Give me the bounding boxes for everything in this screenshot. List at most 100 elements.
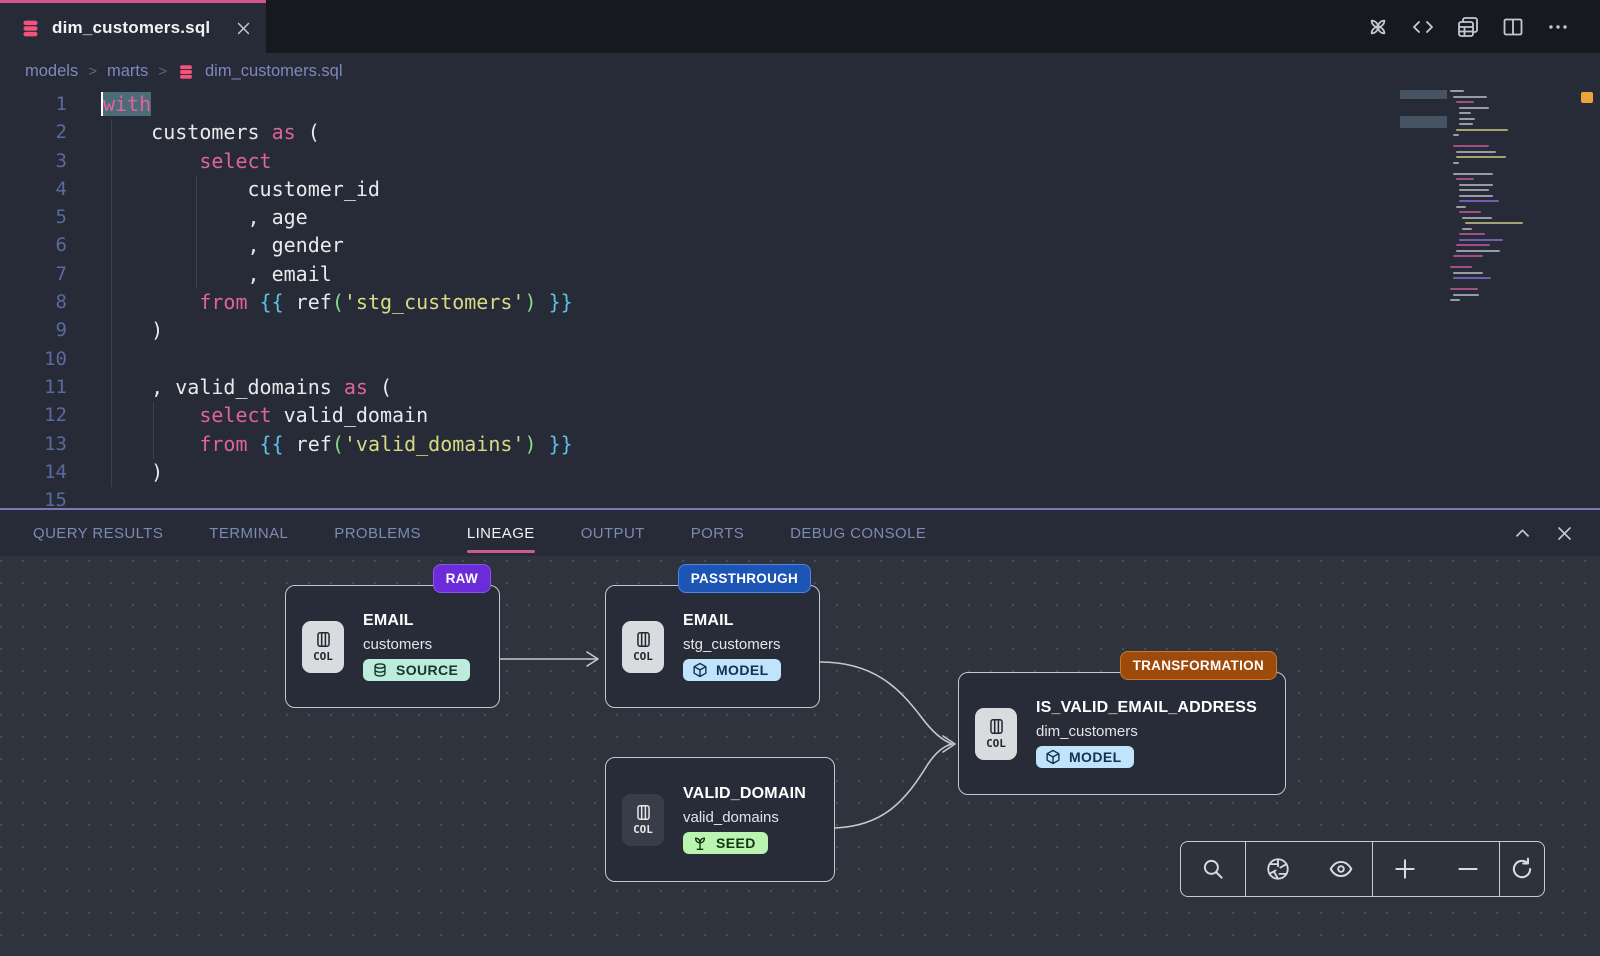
- code-text: , email: [103, 260, 332, 288]
- code-text: , age: [103, 203, 308, 231]
- refresh-icon[interactable]: [1509, 856, 1535, 882]
- resource-type-badge: MODEL: [1036, 746, 1134, 768]
- code-line[interactable]: 5 , age: [0, 203, 1600, 231]
- node-model-name: valid_domains: [683, 809, 779, 826]
- sprout-icon: [692, 835, 708, 851]
- arrowhead: [943, 736, 955, 752]
- code-text: customers as (: [103, 118, 320, 146]
- line-number: 12: [0, 401, 67, 429]
- editor-actions: [1366, 0, 1600, 53]
- panel-tab-problems[interactable]: PROBLEMS: [334, 510, 421, 556]
- code-editor[interactable]: 1with2 customers as (3 select4 customer_…: [0, 90, 1600, 508]
- columns-icon: [634, 803, 653, 822]
- code-line[interactable]: 2 customers as (: [0, 118, 1600, 146]
- indent-guide: [153, 402, 154, 459]
- panel-tab-lineage[interactable]: LINEAGE: [467, 510, 535, 556]
- code-line[interactable]: 1 with: [0, 90, 1600, 118]
- dbt-power-user-icon[interactable]: [1366, 15, 1390, 39]
- edge-stg-to-dim: [820, 662, 952, 744]
- panel-tab-output[interactable]: OUTPUT: [581, 510, 645, 556]
- search-icon[interactable]: [1200, 856, 1226, 882]
- database-icon: [177, 63, 195, 81]
- panel-tab-debug-console[interactable]: DEBUG CONSOLE: [790, 510, 926, 556]
- minimap-selection-highlight: [1400, 90, 1447, 99]
- close-panel-icon[interactable]: [1555, 524, 1574, 543]
- eye-icon[interactable]: [1328, 856, 1354, 882]
- code-text: with: [103, 90, 151, 118]
- code-line[interactable]: 15: [0, 486, 1600, 508]
- code-line[interactable]: 14 ): [0, 458, 1600, 486]
- code-text: customer_id: [103, 175, 380, 203]
- lineage-toolbar: [1180, 841, 1545, 897]
- resource-type-badge: SOURCE: [363, 659, 470, 681]
- node-column-name: VALID_DOMAIN: [683, 785, 806, 803]
- toolbar-section: [1181, 842, 1245, 896]
- zoom-in-icon[interactable]: [1392, 856, 1418, 882]
- code-line[interactable]: 12 select valid_domain: [0, 401, 1600, 429]
- node-model-name: stg_customers: [683, 636, 781, 653]
- line-number: 10: [0, 345, 67, 373]
- code-line[interactable]: 4 customer_id: [0, 175, 1600, 203]
- line-number: 1: [0, 90, 67, 118]
- cube-icon: [692, 662, 708, 678]
- line-number: 11: [0, 373, 67, 401]
- more-actions-icon[interactable]: [1546, 15, 1570, 39]
- lineage-node-valid_domains[interactable]: COL VALID_DOMAIN valid_domains SEED: [605, 757, 835, 882]
- code-line[interactable]: 9 ): [0, 316, 1600, 344]
- line-number: 6: [0, 231, 67, 259]
- columns-icon: [634, 630, 653, 649]
- close-tab-icon[interactable]: [235, 20, 252, 37]
- lineage-node-stg_customers[interactable]: PASSTHROUGHCOLEMAILstg_customersMODEL: [605, 585, 820, 708]
- split-editor-icon[interactable]: [1501, 15, 1525, 39]
- code-line[interactable]: 8 from {{ ref('stg_customers') }}: [0, 288, 1600, 316]
- code-line[interactable]: 13 from {{ ref('valid_domains') }}: [0, 430, 1600, 458]
- breadcrumb-item[interactable]: marts: [107, 62, 148, 81]
- panel-tab-query-results[interactable]: QUERY RESULTS: [33, 510, 163, 556]
- columns-icon: [987, 717, 1006, 736]
- column-chip: COL: [975, 708, 1017, 760]
- lineage-graph[interactable]: RAWCOLEMAILcustomersSOURCEPASSTHROUGHCOL…: [0, 556, 1600, 956]
- breadcrumb-file[interactable]: dim_customers.sql: [205, 62, 343, 81]
- panel-tab-terminal[interactable]: TERMINAL: [209, 510, 288, 556]
- col-label: COL: [633, 650, 653, 663]
- zoom-out-icon[interactable]: [1455, 856, 1481, 882]
- lineage-node-customers[interactable]: RAWCOLEMAILcustomersSOURCE: [285, 585, 500, 708]
- tab-dim-customers[interactable]: dim_customers.sql: [0, 0, 266, 53]
- toolbar-section: [1499, 842, 1544, 896]
- code-text: select: [103, 147, 272, 175]
- aperture-icon[interactable]: [1265, 856, 1291, 882]
- code-line[interactable]: 3 select: [0, 147, 1600, 175]
- line-number: 5: [0, 203, 67, 231]
- code-line[interactable]: 7 , email: [0, 260, 1600, 288]
- panel-tab-ports[interactable]: PORTS: [691, 510, 744, 556]
- lineage-node-dim_customers[interactable]: TRANSFORMATIONCOLIS_VALID_EMAIL_ADDRESSd…: [958, 672, 1286, 795]
- node-model-name: customers: [363, 636, 432, 653]
- node-column-name: IS_VALID_EMAIL_ADDRESS: [1036, 699, 1257, 717]
- code-icon[interactable]: [1411, 15, 1435, 39]
- line-number: 4: [0, 175, 67, 203]
- code-text: ): [103, 458, 163, 486]
- code-line[interactable]: 11 , valid_domains as (: [0, 373, 1600, 401]
- node-column-name: EMAIL: [683, 612, 734, 630]
- col-label: COL: [313, 650, 333, 663]
- panel-actions: [1513, 524, 1600, 543]
- code-text: , valid_domains as (: [103, 373, 392, 401]
- arrowhead: [587, 652, 598, 666]
- category-badge: TRANSFORMATION: [1120, 651, 1277, 680]
- line-number: 3: [0, 147, 67, 175]
- resource-type-badge: SEED: [683, 832, 768, 854]
- line-number: 7: [0, 260, 67, 288]
- minimap[interactable]: [1450, 90, 1530, 305]
- breadcrumb: models>marts>dim_customers.sql: [0, 53, 1600, 90]
- code-line[interactable]: 10: [0, 345, 1600, 373]
- copy-table-icon[interactable]: [1456, 15, 1480, 39]
- col-label: COL: [633, 823, 653, 836]
- col-label: COL: [986, 737, 1006, 750]
- resource-type-badge: MODEL: [683, 659, 781, 681]
- maximize-panel-icon[interactable]: [1513, 524, 1532, 543]
- code-line[interactable]: 6 , gender: [0, 231, 1600, 259]
- code-text: select valid_domain: [103, 401, 428, 429]
- minimap-selection-highlight: [1400, 116, 1447, 128]
- tab-title: dim_customers.sql: [52, 18, 210, 38]
- breadcrumb-item[interactable]: models: [25, 62, 78, 81]
